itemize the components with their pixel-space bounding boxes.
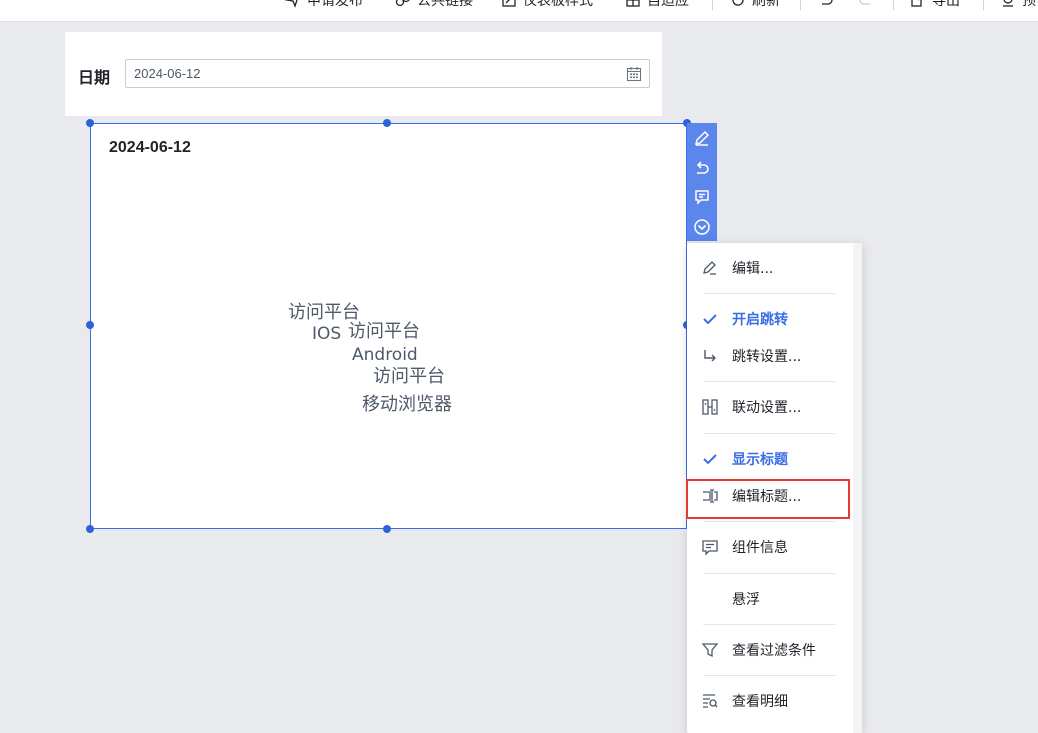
- widget-title: 2024-06-12: [109, 139, 191, 156]
- menu-item-linkage-settings[interactable]: 联动设置...: [687, 389, 847, 425]
- toolbar-undo-button[interactable]: [818, 0, 834, 11]
- toolbar-publish-label: 申请发布: [307, 0, 363, 9]
- menu-item-widget-info[interactable]: 组件信息: [687, 529, 847, 565]
- edit-title-icon: [702, 489, 718, 503]
- menu-item-label: 跳转设置...: [732, 349, 802, 365]
- word-cloud-word: 移动浏览器: [362, 394, 452, 415]
- menu-item-edit-title[interactable]: 编辑标题...: [687, 478, 847, 514]
- more-icon: [694, 219, 710, 235]
- menu-item-float[interactable]: 悬浮: [687, 581, 847, 617]
- toolbar-divider: [893, 0, 894, 10]
- toolbar-redo-button[interactable]: [858, 0, 874, 11]
- menu-item-label: 开启跳转: [732, 312, 788, 328]
- toolbar-preview-label: 预: [1022, 0, 1036, 9]
- comment-icon: [695, 190, 709, 205]
- toolbar-refresh-label: 刷新: [752, 0, 780, 9]
- menu-divider: [703, 433, 835, 434]
- date-filter-card: 日期 2024-06-12: [65, 32, 662, 116]
- menu-divider: [703, 521, 835, 522]
- top-toolbar: 申请发布 公共链接 仪表板样式 自适应 刷新 导出 预: [0, 0, 1038, 22]
- fit-icon: [626, 0, 640, 7]
- menu-item-label: 查看过滤条件: [732, 643, 816, 659]
- undo-icon: [696, 161, 709, 174]
- detail-icon: [702, 694, 717, 708]
- edit-icon: [694, 130, 710, 146]
- toolbar-fit-label: 自适应: [647, 0, 689, 9]
- menu-item-label: 悬浮: [732, 592, 760, 608]
- word-cloud-widget[interactable]: 2024-06-12 访问平台 IOS 访问平台 Android 访问平台 移动…: [90, 123, 687, 529]
- word-cloud-word: 访问平台: [348, 321, 420, 342]
- word-cloud-word: IOS: [312, 324, 342, 344]
- toolbar-publish-button[interactable]: 申请发布: [285, 0, 363, 11]
- edit-icon: [702, 261, 716, 275]
- send-icon: [285, 0, 298, 8]
- toolbar-fit-button[interactable]: 自适应: [625, 0, 689, 11]
- menu-scrollbar[interactable]: [853, 243, 862, 733]
- widget-comment-button[interactable]: [687, 182, 717, 212]
- toolbar-export-button[interactable]: 导出: [910, 0, 960, 11]
- toolbar-preview-button[interactable]: 预: [1000, 0, 1036, 11]
- menu-item-label: 编辑标题...: [732, 489, 802, 505]
- link-icon: [395, 0, 410, 7]
- menu-item-jump-settings[interactable]: 跳转设置...: [687, 338, 847, 374]
- resize-handle[interactable]: [383, 525, 391, 533]
- menu-divider: [703, 675, 835, 676]
- widget-context-menu: 编辑... 开启跳转 跳转设置... 联动设置... 显示标题 编辑标题... …: [687, 243, 862, 733]
- check-icon: [702, 454, 717, 465]
- menu-item-enable-jump[interactable]: 开启跳转: [687, 301, 847, 337]
- menu-item-label: 组件信息: [732, 540, 788, 556]
- toolbar-style-label: 仪表板样式: [523, 0, 593, 9]
- date-picker-input[interactable]: 2024-06-12: [125, 59, 650, 88]
- menu-item-label: 显示标题: [732, 452, 788, 468]
- menu-item-label: 联动设置...: [732, 400, 802, 416]
- menu-item-view-details[interactable]: 查看明细: [687, 683, 847, 719]
- refresh-icon: [732, 0, 744, 6]
- redo-icon: [859, 0, 870, 5]
- menu-item-label: 编辑...: [732, 261, 774, 277]
- toolbar-divider: [800, 0, 801, 10]
- menu-divider: [703, 293, 835, 294]
- menu-divider: [703, 624, 835, 625]
- info-icon: [701, 540, 718, 556]
- widget-undo-button[interactable]: [687, 153, 717, 183]
- menu-divider: [703, 381, 835, 382]
- word-cloud-word: 访问平台: [373, 366, 445, 387]
- style-icon: [502, 0, 516, 7]
- calendar-icon[interactable]: [626, 66, 642, 82]
- menu-divider: [703, 573, 835, 574]
- widget-edit-button[interactable]: [687, 123, 717, 153]
- preview-icon: [1003, 0, 1013, 7]
- check-icon: [702, 314, 717, 325]
- export-icon: [911, 0, 922, 7]
- undo-icon: [822, 0, 833, 5]
- toolbar-refresh-button[interactable]: 刷新: [730, 0, 780, 11]
- resize-handle[interactable]: [86, 119, 94, 127]
- menu-item-edit[interactable]: 编辑...: [687, 250, 847, 286]
- filter-icon: [701, 643, 718, 658]
- toolbar-divider: [712, 0, 713, 10]
- toolbar-style-button[interactable]: 仪表板样式: [501, 0, 593, 11]
- menu-item-label: 查看明细: [732, 694, 788, 710]
- menu-item-view-filters[interactable]: 查看过滤条件: [687, 632, 847, 668]
- menu-item-show-title[interactable]: 显示标题: [687, 441, 847, 477]
- date-filter-label: 日期: [78, 68, 111, 87]
- toolbar-export-label: 导出: [932, 0, 960, 9]
- linkage-icon: [701, 399, 718, 415]
- resize-handle[interactable]: [86, 525, 94, 533]
- toolbar-public-link-button[interactable]: 公共链接: [395, 0, 473, 11]
- jump-arrow-icon: [703, 350, 716, 362]
- toolbar-divider: [983, 0, 984, 10]
- resize-handle[interactable]: [86, 321, 94, 329]
- widget-action-strip: [687, 123, 717, 241]
- resize-handle[interactable]: [383, 119, 391, 127]
- toolbar-public-link-label: 公共链接: [417, 0, 473, 9]
- date-picker-value: 2024-06-12: [134, 66, 201, 81]
- widget-more-button[interactable]: [687, 212, 717, 242]
